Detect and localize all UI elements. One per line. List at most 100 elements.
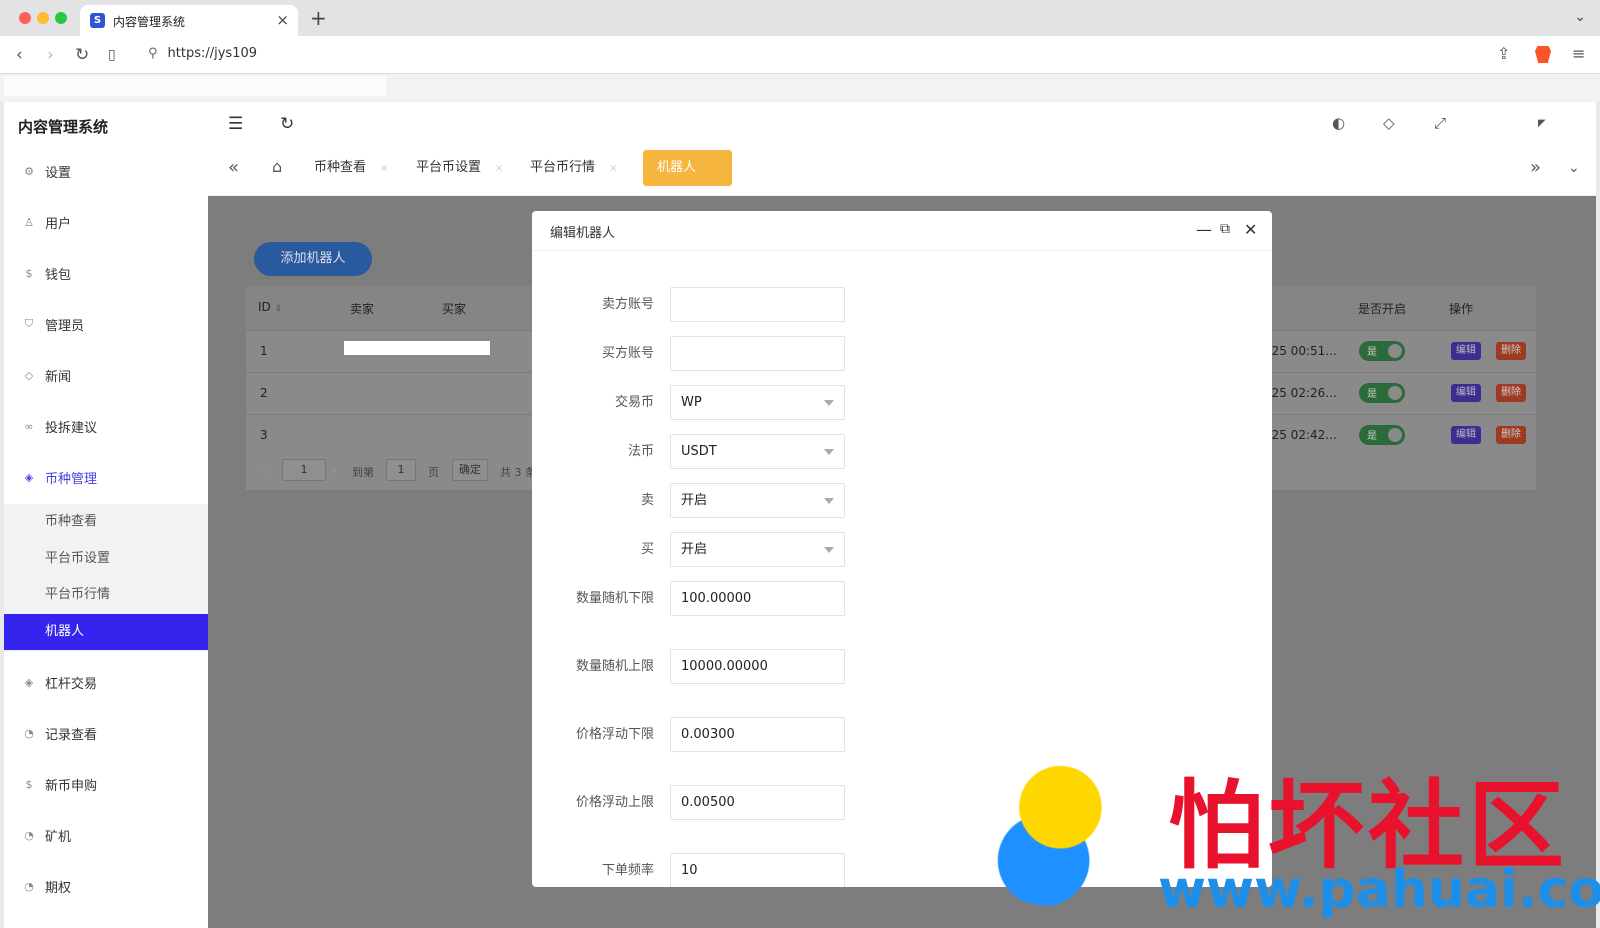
- share-icon[interactable]: ⇪: [1497, 44, 1510, 63]
- menu-label: 新币申购: [45, 778, 98, 794]
- enabled-switch[interactable]: 是: [1359, 383, 1405, 403]
- sidebar: 内容管理系统 ⚙ 设置 ♙ 用户 $ 钱包 ⛉ 管理员 ◇ 新闻 ∞ 投拆建议 ◈ 币种管理 …: [4, 102, 208, 928]
- prev-page-icon[interactable]: ‹: [262, 464, 266, 477]
- menu-settings[interactable]: ⚙ 设置: [4, 151, 208, 191]
- add-robot-button[interactable]: 添加机器人: [254, 242, 372, 276]
- tag-close-icon[interactable]: ×: [380, 163, 388, 174]
- tags-scroll-left-icon[interactable]: «: [228, 157, 239, 178]
- menu-mining-machine[interactable]: ◔ 矿机: [4, 815, 208, 855]
- maximize-icon[interactable]: ⧉: [1220, 221, 1230, 237]
- next-page-icon[interactable]: ›: [332, 464, 336, 477]
- submenu-robot[interactable]: 机器人: [4, 614, 208, 650]
- tag-platform-coin-settings[interactable]: 平台币设置 ×: [416, 150, 503, 186]
- minimize-icon[interactable]: —: [1196, 220, 1212, 239]
- tags-menu-chevron-icon[interactable]: ⌄: [1568, 160, 1580, 176]
- price-float-max-input[interactable]: 0.00500: [670, 785, 845, 820]
- tag-icon: ◇: [24, 368, 34, 382]
- menu-users[interactable]: ♙ 用户: [4, 202, 208, 242]
- address-bar: ‹ › ↻ ▯ ⚲ https://jys109 ⇪ ≡: [0, 36, 1600, 74]
- menu-label: 管理员: [45, 318, 85, 334]
- menu-currency-management[interactable]: ◈ 币种管理: [4, 457, 208, 497]
- current-page[interactable]: 1: [282, 459, 326, 481]
- dialog-header: 编辑机器人 — ⧉ ✕: [532, 211, 1272, 251]
- brave-shield-icon[interactable]: [1535, 46, 1551, 63]
- quantity-min-input[interactable]: 100.00000: [670, 581, 845, 616]
- delete-button[interactable]: 删除: [1496, 342, 1526, 360]
- url-field[interactable]: ⚲ https://jys109: [148, 46, 257, 61]
- zoom-window-button[interactable]: [55, 12, 67, 24]
- trade-coin-select[interactable]: WP: [670, 385, 845, 420]
- total-count: 共 3 条: [500, 466, 536, 479]
- menu-records[interactable]: ◔ 记录查看: [4, 713, 208, 753]
- submenu-currency-view[interactable]: 币种查看: [4, 504, 208, 540]
- th-id[interactable]: ID ⇕: [258, 300, 282, 314]
- goto-page-input[interactable]: 1: [386, 459, 416, 481]
- url-text: https://jys109: [167, 46, 258, 61]
- sell-select[interactable]: 开启: [670, 483, 845, 518]
- sort-icon[interactable]: ⇕: [275, 304, 283, 314]
- enabled-switch[interactable]: 是: [1359, 341, 1405, 361]
- delete-button[interactable]: 删除: [1496, 384, 1526, 402]
- user-dropdown-icon[interactable]: ◤: [1538, 118, 1546, 129]
- theme-palette-icon[interactable]: ◐: [1332, 114, 1345, 132]
- menu-suggestions[interactable]: ∞ 投拆建议: [4, 406, 208, 446]
- minimize-window-button[interactable]: [37, 12, 49, 24]
- site-settings-icon[interactable]: ⚲: [148, 46, 158, 61]
- refresh-icon[interactable]: ↻: [280, 114, 294, 134]
- switch-knob: [1388, 344, 1402, 358]
- back-icon[interactable]: ‹: [16, 45, 23, 65]
- caret-down-icon: [824, 498, 834, 504]
- quantity-max-input[interactable]: 10000.00000: [670, 649, 845, 684]
- caret-down-icon: [824, 449, 834, 455]
- bookmark-icon[interactable]: ▯: [108, 47, 116, 63]
- toggle-sidebar-icon[interactable]: ☰: [228, 114, 243, 134]
- buyer-account-label: 买方账号: [601, 346, 654, 361]
- browser-menu-icon[interactable]: ≡: [1572, 44, 1585, 63]
- close-icon[interactable]: ✕: [1244, 220, 1257, 239]
- edit-button[interactable]: 编辑: [1451, 342, 1481, 360]
- fiat-select[interactable]: USDT: [670, 434, 845, 469]
- close-tab-icon[interactable]: ×: [276, 11, 289, 29]
- tag-currency-view[interactable]: 币种查看 ×: [314, 150, 388, 186]
- price-float-min-input[interactable]: 0.00300: [670, 717, 845, 752]
- new-tab-icon[interactable]: +: [310, 6, 327, 30]
- home-icon[interactable]: ⌂: [272, 157, 282, 176]
- pagination: ‹ 1 › 到第 1 页 确定 共 3 条: [246, 456, 546, 486]
- close-window-button[interactable]: [19, 12, 31, 24]
- order-frequency-input[interactable]: 10: [670, 853, 845, 887]
- seller-cell-redacted: [344, 341, 490, 355]
- tag-icon[interactable]: ◇: [1383, 114, 1395, 132]
- caret-down-icon: [824, 547, 834, 553]
- buyer-account-input[interactable]: [670, 336, 845, 371]
- goto-confirm-button[interactable]: 确定: [452, 459, 488, 481]
- th-actions: 操作: [1449, 302, 1474, 316]
- menu-leverage-trading[interactable]: ◈ 杠杆交易: [4, 662, 208, 702]
- menu-admins[interactable]: ⛉ 管理员: [4, 304, 208, 344]
- tag-close-icon[interactable]: ×: [609, 163, 617, 174]
- menu-label: 投拆建议: [45, 420, 98, 436]
- seller-account-input[interactable]: [670, 287, 845, 322]
- forward-icon[interactable]: ›: [47, 45, 54, 65]
- menu-options[interactable]: ◔ 期权: [4, 866, 208, 906]
- enabled-switch[interactable]: 是: [1359, 425, 1405, 445]
- order-frequency-label: 下单频率: [601, 863, 654, 878]
- tag-platform-coin-market[interactable]: 平台币行情 ×: [530, 150, 617, 186]
- fullscreen-icon[interactable]: ⤢: [1434, 114, 1446, 132]
- menu-news[interactable]: ◇ 新闻: [4, 355, 208, 395]
- reload-icon[interactable]: ↻: [75, 45, 89, 65]
- delete-button[interactable]: 删除: [1496, 426, 1526, 444]
- submenu-platform-coin-market[interactable]: 平台币行情: [4, 577, 208, 613]
- menu-new-coin-subscription[interactable]: $ 新币申购: [4, 764, 208, 804]
- buy-select[interactable]: 开启: [670, 532, 845, 567]
- tab-list-chevron-icon[interactable]: ⌄: [1574, 9, 1586, 25]
- tags-scroll-right-icon[interactable]: »: [1530, 157, 1541, 178]
- switch-knob: [1388, 428, 1402, 442]
- sell-label: 卖: [640, 493, 654, 508]
- menu-wallet[interactable]: $ 钱包: [4, 253, 208, 293]
- submenu-platform-coin-settings[interactable]: 平台币设置: [4, 541, 208, 577]
- edit-button[interactable]: 编辑: [1451, 426, 1481, 444]
- tag-robot[interactable]: 机器人: [643, 150, 733, 186]
- edit-button[interactable]: 编辑: [1451, 384, 1481, 402]
- browser-tab[interactable]: S 内容管理系统 ×: [80, 5, 298, 36]
- tag-close-icon[interactable]: ×: [495, 163, 503, 174]
